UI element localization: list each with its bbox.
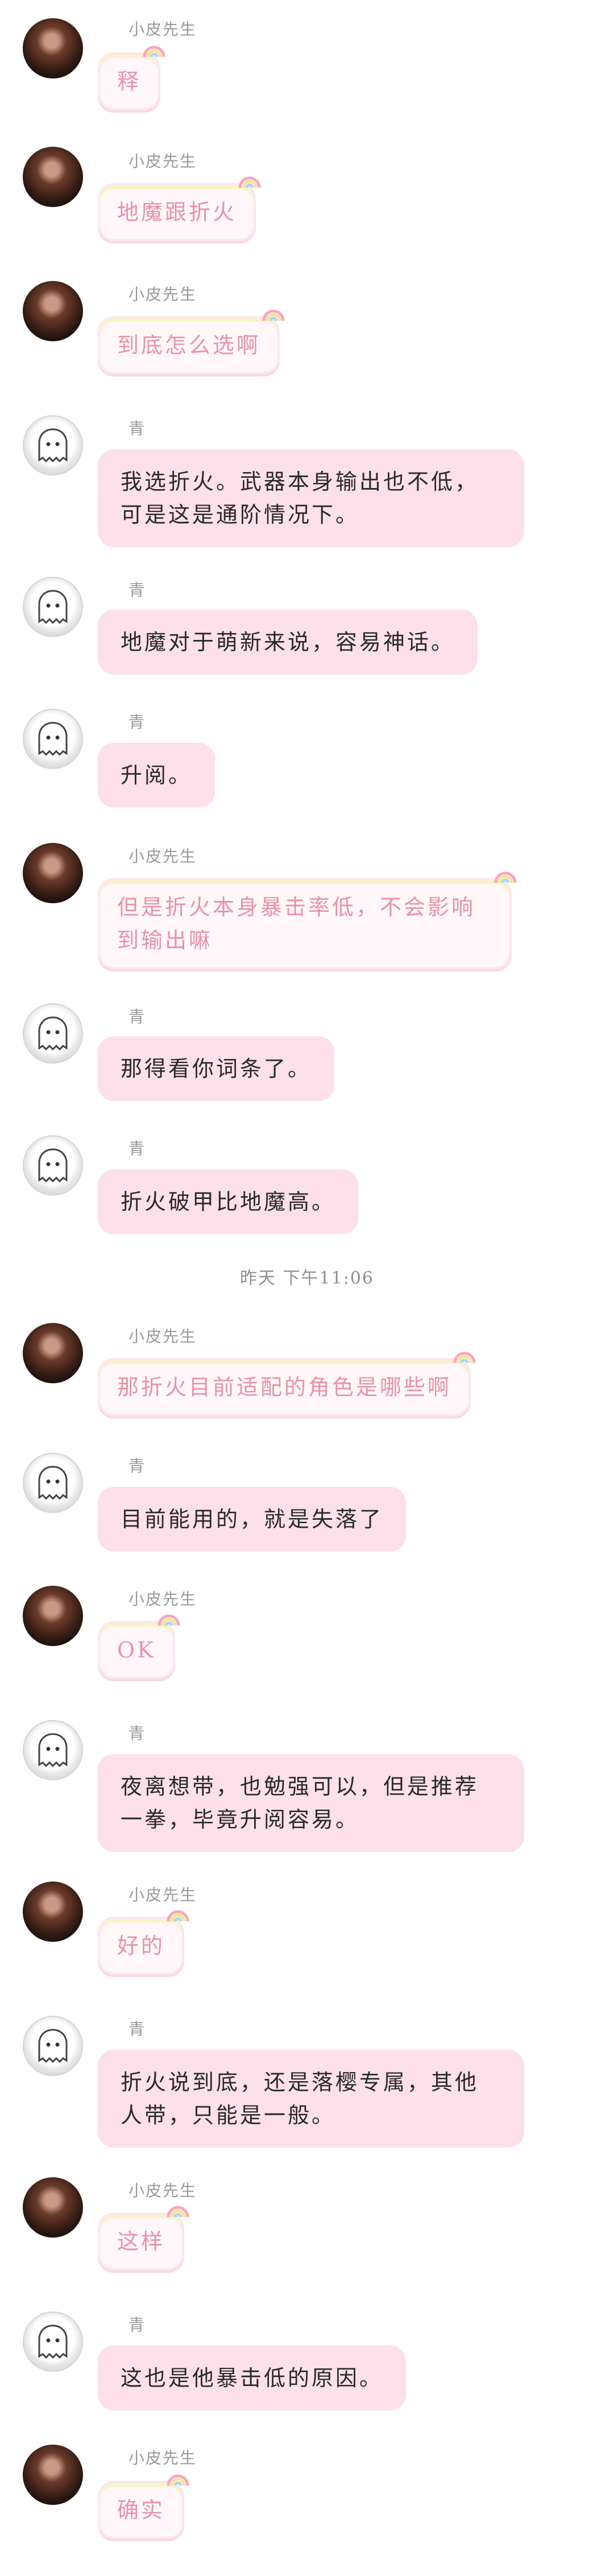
message-bubble[interactable]: 折火说到底，还是落樱专属，其他人带，只能是一般。 [98, 2050, 524, 2148]
sender-name: 小皮先生 [128, 152, 197, 171]
message-text: 地魔跟折火 [117, 200, 237, 225]
avatar[interactable] [23, 2445, 83, 2505]
message-text: 折火破甲比地魔高。 [121, 1189, 336, 1214]
message-bubble[interactable]: 折火破甲比地魔高。 [98, 1169, 359, 1234]
avatar[interactable] [23, 281, 83, 341]
ghost-icon [38, 1016, 68, 1051]
message-bubble[interactable]: OK [98, 1614, 180, 1679]
ghost-icon [38, 2029, 68, 2063]
timestamp: 昨天 下午11:06 [240, 1268, 374, 1288]
message-text: 夜离想带，也勉强可以，但是推荐一拳，毕竟升阅容易。 [121, 1774, 479, 1832]
avatar[interactable] [23, 1720, 83, 1780]
avatar[interactable] [23, 843, 83, 903]
message-text: 但是折火本身暴击率低，不会影响到输出嘛 [117, 895, 476, 953]
sender-name: 小皮先生 [128, 1327, 197, 1346]
message-bubble[interactable]: 到底怎么选啊 [98, 309, 285, 374]
message-bubble[interactable]: 但是折火本身暴击率低，不会影响到输出嘛 [98, 871, 517, 969]
message-bubble[interactable]: 释 [98, 46, 165, 110]
avatar[interactable] [23, 1323, 83, 1383]
sender-name: 青 [128, 2020, 146, 2039]
message-text: 释 [117, 69, 142, 94]
ghost-icon [38, 428, 68, 462]
rainbow-icon [157, 1614, 180, 1626]
avatar[interactable] [23, 1586, 83, 1646]
message-text: 这也是他暴击低的原因。 [121, 2366, 384, 2391]
rainbow-icon [167, 2474, 189, 2486]
message-text: 那折火目前适配的角色是哪些啊 [117, 1375, 452, 1400]
message-bubble[interactable]: 确实 [98, 2474, 189, 2539]
sender-name: 小皮先生 [128, 2181, 197, 2200]
message-text: 这样 [117, 2229, 165, 2254]
message-text: 地魔对于萌新来说，容易神话。 [121, 630, 455, 655]
sender-name: 青 [128, 2315, 146, 2334]
avatar[interactable] [23, 415, 83, 475]
message-bubble[interactable]: 地魔跟折火 [98, 176, 261, 241]
message-bubble[interactable]: 那得看你词条了。 [98, 1036, 335, 1101]
avatar[interactable] [23, 147, 83, 207]
sender-name: 青 [128, 1457, 146, 1475]
sender-name: 小皮先生 [128, 2449, 197, 2467]
message-text: 目前能用的，就是失落了 [121, 1507, 384, 1532]
message-bubble[interactable]: 这也是他暴击低的原因。 [98, 2346, 406, 2410]
avatar[interactable] [23, 1453, 83, 1513]
sender-name: 青 [128, 713, 146, 731]
avatar[interactable] [23, 2016, 83, 2076]
rainbow-icon [453, 1351, 476, 1363]
sender-name: 小皮先生 [128, 1590, 197, 1609]
rainbow-icon [238, 176, 261, 188]
sender-name: 青 [128, 419, 146, 438]
message-bubble[interactable]: 好的 [98, 1910, 189, 1975]
sender-name: 青 [128, 1139, 146, 1158]
ghost-icon [38, 1466, 68, 1500]
avatar[interactable] [23, 2177, 83, 2238]
message-bubble[interactable]: 目前能用的，就是失落了 [98, 1487, 406, 1552]
message-text: 折火说到底，还是落樱专属，其他人带，只能是一般。 [121, 2070, 479, 2128]
sender-name: 小皮先生 [128, 847, 197, 866]
avatar[interactable] [23, 1003, 83, 1064]
sender-name: 青 [128, 1724, 146, 1743]
rainbow-icon [262, 309, 285, 321]
sender-name: 小皮先生 [128, 1886, 197, 1904]
message-text: 好的 [117, 1933, 165, 1958]
avatar[interactable] [23, 577, 83, 637]
avatar[interactable] [23, 18, 83, 78]
ghost-icon [38, 722, 68, 756]
ghost-icon [38, 2325, 68, 2359]
message-text: 到底怎么选啊 [117, 333, 261, 358]
rainbow-icon [167, 2206, 189, 2218]
rainbow-icon [167, 1910, 189, 1922]
ghost-icon [38, 1733, 68, 1767]
message-text: 升阅。 [121, 763, 193, 788]
rainbow-icon [494, 871, 517, 883]
avatar[interactable] [23, 1135, 83, 1196]
message-bubble[interactable]: 那折火目前适配的角色是哪些啊 [98, 1351, 476, 1416]
message-text: 那得看你词条了。 [121, 1056, 312, 1081]
message-bubble[interactable]: 我选折火。武器本身输出也不低，可是这是通阶情况下。 [98, 449, 524, 547]
message-text: 确实 [117, 2498, 165, 2523]
avatar[interactable] [23, 1882, 83, 1942]
sender-name: 青 [128, 1007, 146, 1026]
avatar[interactable] [23, 2312, 83, 2372]
message-bubble[interactable]: 升阅。 [98, 743, 215, 808]
ghost-icon [38, 590, 68, 624]
message-text: 我选折火。武器本身输出也不低，可是这是通阶情况下。 [121, 469, 479, 527]
message-bubble[interactable]: 夜离想带，也勉强可以，但是推荐一拳，毕竟升阅容易。 [98, 1754, 524, 1852]
sender-name: 小皮先生 [128, 285, 197, 304]
ghost-icon [38, 1148, 68, 1182]
rainbow-icon [143, 46, 165, 57]
message-bubble[interactable]: 这样 [98, 2206, 189, 2271]
avatar[interactable] [23, 709, 83, 769]
sender-name: 小皮先生 [128, 20, 197, 39]
message-text: OK [117, 1638, 156, 1663]
message-bubble[interactable]: 地魔对于萌新来说，容易神话。 [98, 610, 478, 675]
sender-name: 青 [128, 581, 146, 599]
